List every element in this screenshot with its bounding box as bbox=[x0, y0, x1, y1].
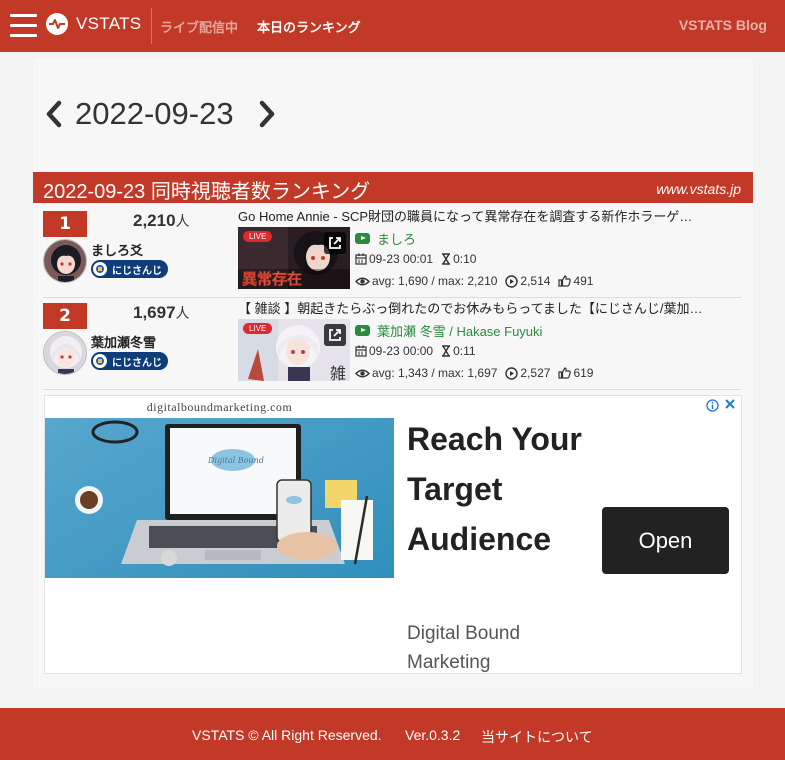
thumbs-up-icon bbox=[558, 367, 572, 379]
video-title[interactable]: Go Home Annie - SCP財団の職員になって異常存在を調査する新作ホ… bbox=[238, 206, 741, 225]
channel-link[interactable]: 葉加瀬 冬雪 / Hakase Fuyuki bbox=[355, 321, 542, 340]
date-navigation: 2022-09-23 bbox=[43, 96, 278, 132]
nav-divider bbox=[151, 8, 152, 44]
view-count: 2,514 bbox=[520, 274, 551, 288]
org-badge[interactable]: にじさんじ bbox=[91, 352, 168, 370]
like-count: 619 bbox=[573, 366, 594, 380]
ad-laptop-logo: Digital Bound bbox=[208, 456, 264, 465]
nijisanji-logo-icon bbox=[93, 262, 107, 276]
stream-time-row: 09-23 00:00 0:11 bbox=[355, 344, 476, 358]
thumbnail-caption: 雑 bbox=[329, 364, 346, 381]
pulse-logo-icon bbox=[46, 13, 68, 35]
ad-advertiser: Digital Bound Marketing bbox=[407, 623, 521, 673]
next-date-icon[interactable] bbox=[256, 99, 278, 129]
viewer-stats: avg: 1,690 / max: 2,210 bbox=[372, 274, 498, 288]
calendar-icon bbox=[355, 345, 367, 357]
calendar-icon bbox=[355, 253, 367, 265]
video-title[interactable]: 【 雑談 】朝起きたらぶっ倒れたのでお休みもらってました【にじさんじ/葉加… bbox=[238, 298, 741, 317]
video-thumbnail[interactable]: 異常存在 LIVE bbox=[238, 227, 350, 289]
ad-open-button[interactable]: Open bbox=[602, 507, 729, 574]
ad-domain: digitalboundmarketing.com bbox=[146, 400, 293, 414]
top-navbar: VSTATS ライブ配信中 本日のランキング VSTATS Blog bbox=[0, 0, 785, 52]
youtube-icon bbox=[355, 233, 370, 244]
footer-about-link[interactable]: 当サイトについて bbox=[481, 727, 593, 747]
advertisement[interactable]: digitalboundmarketing.com Digital Bound … bbox=[44, 395, 742, 674]
ad-info-icon[interactable] bbox=[706, 397, 719, 412]
streamer-name: 葉加瀬冬雪 bbox=[91, 336, 157, 351]
stream-stats-row: avg: 1,343 / max: 1,697 2,527 619 bbox=[355, 366, 593, 380]
play-icon bbox=[505, 366, 519, 380]
external-link-icon[interactable] bbox=[324, 232, 346, 254]
like-count: 491 bbox=[573, 274, 594, 288]
brand-home-link[interactable]: VSTATS bbox=[46, 13, 141, 35]
nav-link-live[interactable]: ライブ配信中 bbox=[160, 17, 238, 36]
ranking-entry: 1 2,210人 ましろ爻 にじさんじ Go Home Annie - SCP財… bbox=[43, 206, 741, 298]
rank-badge: 2 bbox=[43, 303, 87, 329]
play-icon bbox=[505, 274, 519, 288]
org-badge[interactable]: にじさんじ bbox=[91, 260, 168, 278]
eye-icon bbox=[355, 368, 370, 379]
brand-text: VSTATS bbox=[76, 14, 142, 33]
rank-badge: 1 bbox=[43, 211, 87, 237]
avatar[interactable] bbox=[43, 239, 87, 283]
live-badge: LIVE bbox=[243, 231, 273, 242]
viewer-stats: avg: 1,343 / max: 1,697 bbox=[372, 366, 498, 380]
footer-copyright: VSTATS © All Right Reserved. bbox=[192, 727, 382, 743]
eye-icon bbox=[355, 276, 370, 287]
close-icon[interactable] bbox=[723, 396, 737, 410]
footer: VSTATS © All Right Reserved. Ver.0.3.2 当… bbox=[0, 708, 785, 760]
thumbnail-caption: 異常存在 bbox=[242, 270, 303, 288]
start-time: 09-23 00:01 bbox=[369, 252, 434, 266]
footer-version: Ver.0.3.2 bbox=[405, 727, 461, 743]
menu-icon[interactable] bbox=[10, 12, 37, 39]
live-badge: LIVE bbox=[243, 323, 273, 334]
viewer-count: 2,210人 bbox=[133, 211, 190, 230]
ad-headline: Reach Your Target Audience bbox=[407, 421, 582, 557]
page-title-date: 2022-09-23 bbox=[75, 96, 234, 131]
streamer-name: ましろ爻 bbox=[91, 244, 144, 259]
ad-image[interactable]: digitalboundmarketing.com Digital Bound bbox=[45, 396, 394, 578]
blog-link[interactable]: VSTATS Blog bbox=[679, 17, 767, 33]
nijisanji-logo-icon bbox=[93, 354, 107, 368]
duration: 0:11 bbox=[453, 344, 476, 358]
site-url: www.vstats.jp bbox=[656, 181, 741, 197]
previous-date-icon[interactable] bbox=[43, 99, 65, 129]
hourglass-icon bbox=[441, 345, 451, 357]
viewer-count: 1,697人 bbox=[133, 303, 190, 322]
start-time: 09-23 00:00 bbox=[369, 344, 434, 358]
channel-link[interactable]: ましろ bbox=[355, 229, 416, 248]
avatar[interactable] bbox=[43, 331, 87, 375]
hourglass-icon bbox=[441, 253, 451, 265]
ranking-title: 2022-09-23 同時視聴者数ランキング bbox=[43, 181, 371, 203]
youtube-icon bbox=[355, 325, 370, 336]
stream-time-row: 09-23 00:01 0:10 bbox=[355, 252, 476, 266]
view-count: 2,527 bbox=[520, 366, 551, 380]
ranking-entry: 2 1,697人 葉加瀬冬雪 にじさんじ 【 雑談 】朝起きたらぶっ倒れたのでお… bbox=[43, 298, 741, 390]
nav-link-ranking[interactable]: 本日のランキング bbox=[257, 17, 361, 36]
thumbs-up-icon bbox=[558, 275, 572, 287]
external-link-icon[interactable] bbox=[324, 324, 346, 346]
duration: 0:10 bbox=[453, 252, 477, 266]
stream-stats-row: avg: 1,690 / max: 2,210 2,514 491 bbox=[355, 274, 593, 288]
ranking-header: 2022-09-23 同時視聴者数ランキング www.vstats.jp bbox=[33, 172, 753, 203]
video-thumbnail[interactable]: 雑 LIVE bbox=[238, 319, 350, 381]
